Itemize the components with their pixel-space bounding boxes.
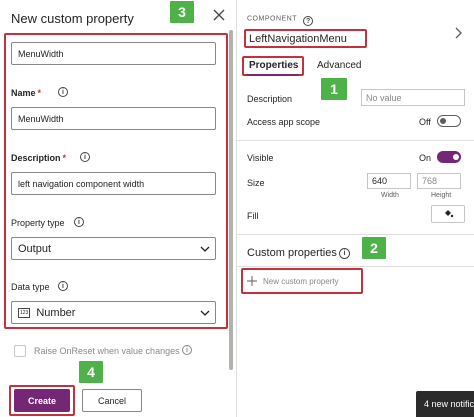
tab-advanced[interactable]: Advanced <box>317 60 361 71</box>
new-custom-property-panel: New custom property 3 MenuWidth Name * i … <box>0 0 236 417</box>
data-type-dropdown[interactable]: 123 Number <box>11 301 216 324</box>
toggle-knob <box>440 118 446 124</box>
plus-icon <box>247 276 257 286</box>
access-app-scope-toggle[interactable] <box>437 115 461 127</box>
name-info-icon[interactable]: i <box>58 87 68 97</box>
size-label: Size <box>247 178 265 188</box>
visible-state: On <box>419 153 432 163</box>
height-sublabel: Height <box>431 192 452 199</box>
component-properties-panel: COMPONENT ? LeftNavigationMenu Propertie… <box>236 0 474 417</box>
divider <box>237 234 474 235</box>
property-type-value: Output <box>18 242 52 255</box>
divider <box>237 266 474 267</box>
access-app-scope-state: Off <box>419 117 431 127</box>
property-type-info-icon[interactable]: i <box>74 217 84 227</box>
property-type-dropdown[interactable]: Output <box>11 237 216 260</box>
description-info-icon[interactable]: i <box>80 152 90 162</box>
custom-properties-info-icon[interactable]: i <box>339 248 350 259</box>
height-input[interactable]: 768 <box>417 173 461 189</box>
description-label: Description * <box>11 153 67 163</box>
description-prop-label: Description <box>247 94 293 104</box>
data-type-value: Number <box>36 306 76 319</box>
name-label: Name * <box>11 88 42 98</box>
paint-bucket-icon <box>445 210 454 218</box>
annotation-badge-3: 3 <box>170 1 194 23</box>
visible-label: Visible <box>247 153 274 163</box>
component-caption: COMPONENT ? <box>247 14 314 26</box>
close-icon[interactable] <box>212 8 226 22</box>
chevron-right-icon[interactable] <box>453 26 463 40</box>
annotation-badge-2: 2 <box>362 237 386 259</box>
toggle-knob <box>453 154 459 160</box>
number-type-icon: 123 <box>18 307 31 318</box>
property-type-label: Property type <box>11 218 65 228</box>
fill-label: Fill <box>247 211 259 221</box>
width-input[interactable]: 640 <box>367 173 411 189</box>
fill-color-button[interactable] <box>431 205 465 223</box>
create-button[interactable]: Create <box>14 389 70 412</box>
tab-properties[interactable]: Properties <box>249 60 298 71</box>
panel-title: New custom property <box>11 11 134 26</box>
component-name: LeftNavigationMenu <box>249 33 347 45</box>
data-type-label: Data type <box>11 282 50 292</box>
annotation-badge-4: 4 <box>79 361 103 383</box>
divider <box>237 140 474 141</box>
width-sublabel: Width <box>381 192 399 199</box>
cancel-button[interactable]: Cancel <box>82 389 142 412</box>
component-info-icon[interactable]: ? <box>303 16 314 26</box>
raise-onreset-checkbox[interactable] <box>14 345 26 357</box>
chevron-down-icon <box>200 310 210 316</box>
raise-onreset-label: Raise OnReset when value changes <box>34 346 180 356</box>
chevron-down-icon <box>200 246 210 252</box>
data-type-info-icon[interactable]: i <box>58 281 68 291</box>
new-custom-property-label: New custom property <box>263 276 339 286</box>
display-name-field[interactable]: MenuWidth <box>11 42 216 65</box>
description-prop-input[interactable]: No value <box>361 89 465 106</box>
access-app-scope-label: Access app scope <box>247 117 321 127</box>
visible-toggle[interactable] <box>437 151 461 163</box>
custom-properties-title: Custom properties <box>247 247 337 259</box>
raise-onreset-info-icon[interactable]: i <box>182 345 192 355</box>
scrollbar-thumb[interactable] <box>229 30 233 370</box>
annotation-badge-1: 1 <box>321 78 347 100</box>
description-field[interactable]: left navigation component width <box>11 172 216 195</box>
new-custom-property-button[interactable]: New custom property <box>247 276 339 286</box>
notification-toast[interactable]: 4 new notific <box>416 391 474 417</box>
active-tab-underline <box>247 74 299 76</box>
name-field[interactable]: MenuWidth <box>11 107 216 130</box>
